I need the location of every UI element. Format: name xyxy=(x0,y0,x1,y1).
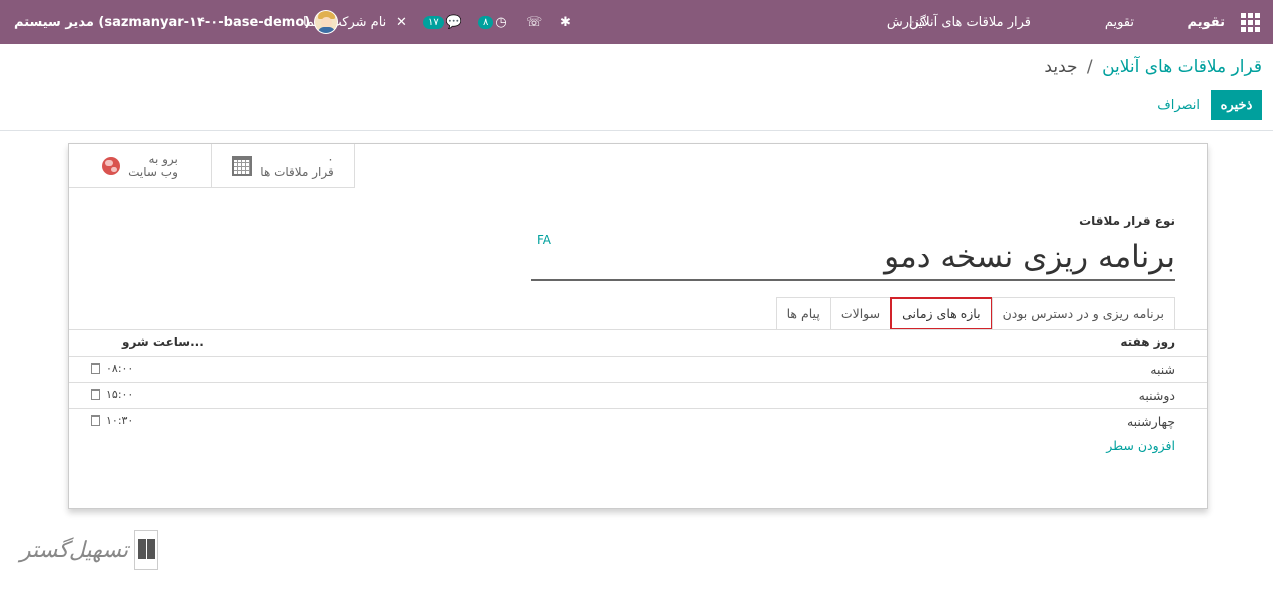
table-row[interactable]: چهارشنبه ۱۰:۳۰ xyxy=(69,409,1207,435)
row-time: ۰۸:۰۰ xyxy=(106,362,134,375)
apps-grid-icon[interactable] xyxy=(1241,0,1261,44)
bug-icon[interactable]: ✱ xyxy=(560,0,571,44)
activities-menu[interactable]: ۸ ◷ xyxy=(478,0,507,44)
column-start-time[interactable]: ساعت شرو... xyxy=(122,335,204,349)
messages-menu[interactable]: ۱۷ 💬 xyxy=(423,0,462,44)
menu-reporting[interactable]: گزارش xyxy=(887,0,926,44)
menu-online-appointments[interactable]: قرار ملاقات های آنلاین xyxy=(909,0,1031,44)
watermark: تسهیل‌گستر xyxy=(20,530,159,570)
tab-schedule-availability[interactable]: برنامه ریزی و در دسترس بودن xyxy=(991,297,1175,330)
tools-icon[interactable]: ✕ xyxy=(396,0,407,44)
row-time: ۱۵:۰۰ xyxy=(106,388,134,401)
row-time: ۱۰:۳۰ xyxy=(106,414,134,427)
messages-count-badge: ۱۷ xyxy=(423,15,444,29)
column-weekday[interactable]: روز هفته xyxy=(1120,335,1175,349)
watermark-logo xyxy=(134,530,159,570)
discard-button[interactable]: انصراف xyxy=(1152,90,1205,120)
table-row[interactable]: شنبه ۰۸:۰۰ xyxy=(69,357,1207,383)
tab-messages[interactable]: پیام ها xyxy=(775,297,831,330)
phone-icon[interactable]: ☏ xyxy=(526,0,542,44)
activity-count-badge: ۸ xyxy=(478,15,494,29)
tab-questions[interactable]: سوالات xyxy=(829,297,892,330)
trash-icon[interactable] xyxy=(91,363,100,374)
website-label-line2: وب سایت xyxy=(128,165,178,179)
control-panel: قرار ملاقات های آنلاین / جدید ذخیره انصر… xyxy=(0,44,1273,131)
add-line-link[interactable]: افزودن سطر xyxy=(1106,438,1175,453)
breadcrumb-parent[interactable]: قرار ملاقات های آنلاین xyxy=(1102,57,1262,77)
slots-table-header: روز هفته ساعت شرو... xyxy=(69,330,1207,357)
trash-icon[interactable] xyxy=(91,415,100,426)
table-row[interactable]: دوشنبه ۱۵:۰۰ xyxy=(69,383,1207,409)
globe-icon xyxy=(102,157,121,175)
go-to-website-button[interactable]: برو به وب سایت xyxy=(69,144,212,188)
clock-icon: ◷ xyxy=(495,14,507,30)
row-day: شنبه xyxy=(1150,362,1175,377)
breadcrumb: قرار ملاقات های آنلاین / جدید xyxy=(1044,57,1262,77)
meetings-label: قرار ملاقات ها xyxy=(260,165,334,179)
save-button[interactable]: ذخیره xyxy=(1211,90,1262,120)
avatar xyxy=(314,10,339,34)
calendar-icon xyxy=(232,156,253,176)
chat-icon: 💬 xyxy=(445,14,462,30)
appointment-type-label: نوع قرار ملاقات xyxy=(1079,214,1175,228)
smart-button-box: برو به وب سایت ۰ قرار ملاقات ها xyxy=(69,144,355,188)
row-day: چهارشنبه xyxy=(1126,414,1175,429)
user-name: مدیر سیستم (sazmanyar-۱۴-۰-base-demo) xyxy=(14,14,311,30)
form-sheet: برو به وب سایت ۰ قرار ملاقات ها نوع قرار… xyxy=(68,143,1208,509)
meetings-button[interactable]: ۰ قرار ملاقات ها xyxy=(212,144,355,188)
app-brand[interactable]: تقویم xyxy=(1188,0,1225,44)
watermark-text: تسهیل‌گستر xyxy=(20,537,129,563)
tab-time-slots[interactable]: بازه های زمانی xyxy=(890,297,993,330)
appointment-name-input[interactable]: برنامه ریزی نسخه دمو xyxy=(531,237,1175,281)
top-navbar: تقویم تقویم قرار ملاقات های آنلاین گزارش… xyxy=(0,0,1273,44)
trash-icon[interactable] xyxy=(91,389,100,400)
menu-calendar[interactable]: تقویم xyxy=(1105,0,1134,44)
breadcrumb-separator: / xyxy=(1086,57,1093,77)
breadcrumb-current: جدید xyxy=(1044,57,1078,77)
user-menu[interactable]: مدیر سیستم (sazmanyar-۱۴-۰-base-demo) xyxy=(14,0,342,44)
row-day: دوشنبه xyxy=(1138,388,1175,403)
notebook-tabs: برنامه ریزی و در دسترس بودن بازه های زما… xyxy=(775,297,1175,330)
